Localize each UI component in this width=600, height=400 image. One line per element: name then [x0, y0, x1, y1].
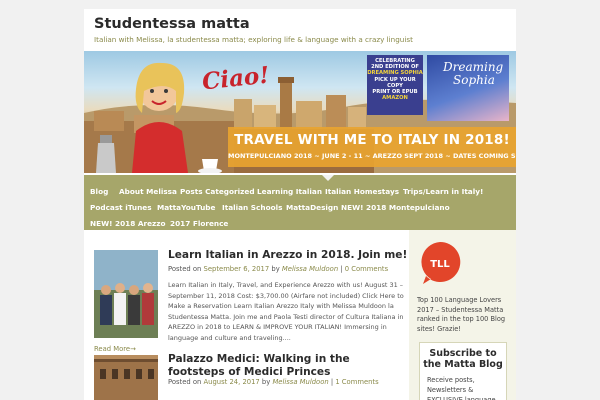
- travel-headline: TRAVEL WITH ME TO ITALY IN 2018!: [234, 132, 510, 148]
- post-comments-link[interactable]: 0 Comments: [345, 265, 388, 273]
- post-author-link[interactable]: Melissa Muldoon: [272, 378, 328, 386]
- by-label: by: [271, 265, 280, 273]
- nav-item-learning-italian[interactable]: Learning Italian: [257, 187, 322, 196]
- subscribe-widget: Subscribe to the Matta Blog Receive post…: [419, 342, 507, 400]
- read-more-link[interactable]: Read More→: [94, 345, 136, 353]
- nav-item-italian-schools[interactable]: Italian Schools: [222, 203, 282, 212]
- nav-item-podcast[interactable]: Podcast iTunes: [90, 203, 152, 212]
- main-navigation: Blog About Melissa Posts Categorized Lea…: [84, 175, 516, 230]
- nav-active-indicator: [322, 175, 334, 181]
- header-banner[interactable]: Ciao! CELEBRATING 2ND EDITION OF DREAMIN…: [84, 51, 516, 173]
- celebrate-line: AMAZON: [382, 95, 408, 102]
- nav-item-arezzo[interactable]: NEW! 2018 Arezzo: [90, 219, 166, 228]
- post-author-link[interactable]: Melissa Muldoon: [282, 265, 338, 273]
- nav-item-youtube[interactable]: MattaYouTube: [157, 203, 215, 212]
- group-photo-image: [94, 250, 158, 338]
- posted-on-label: Posted on: [168, 378, 202, 386]
- tll-badge-text: TLL: [430, 259, 450, 270]
- travel-banner[interactable]: TRAVEL WITH ME TO ITALY IN 2018! MONTEPU…: [228, 127, 516, 167]
- site-title[interactable]: Studentessa matta: [94, 16, 250, 32]
- subscribe-title: Subscribe to the Matta Blog: [423, 348, 503, 370]
- nav-item-about[interactable]: About Melissa: [119, 187, 177, 196]
- book-title-line: Sophia: [453, 73, 495, 87]
- book-cover[interactable]: Dreaming Sophia: [427, 55, 509, 121]
- post-excerpt: Learn Italian in Italy, Travel, and Expe…: [168, 281, 404, 342]
- nav-item-trips[interactable]: Trips/Learn in Italy!: [403, 187, 483, 196]
- posted-on-label: Posted on: [168, 265, 202, 273]
- nav-item-montepulciano[interactable]: NEW! 2018 Montepulciano: [341, 203, 450, 212]
- celebrate-badge[interactable]: CELEBRATING 2ND EDITION OF DREAMING SOPH…: [367, 55, 423, 115]
- nav-item-italian-homestays[interactable]: Italian Homestays: [325, 187, 399, 196]
- subscribe-text: Receive posts, Newsletters & EXCLUSIVE l…: [427, 376, 496, 400]
- nav-item-mattadesign[interactable]: MattaDesign: [286, 203, 338, 212]
- post-date-link[interactable]: August 24, 2017: [204, 378, 260, 386]
- award-text: Top 100 Language Lovers 2017 – Studentes…: [417, 296, 506, 333]
- post-title[interactable]: Palazzo Medici: Walking in the footsteps…: [168, 353, 408, 378]
- page-container: Studentessa matta Italian with Melissa, …: [84, 9, 516, 400]
- post-date-link[interactable]: September 6, 2017: [204, 265, 270, 273]
- tll-badge-icon[interactable]: TLL: [417, 240, 463, 286]
- nav-item-blog[interactable]: Blog: [90, 187, 108, 196]
- celebrate-line: DREAMING SOPHIA: [367, 70, 423, 77]
- sidebar: TLL Top 100 Language Lovers 2017 – Stude…: [409, 230, 516, 400]
- meta-separator: |: [330, 378, 334, 386]
- site-description: Italian with Melissa, la studentessa mat…: [94, 35, 413, 44]
- post-title[interactable]: Learn Italian in Arezzo in 2018. Join me…: [168, 249, 408, 262]
- post-meta: Posted on August 24, 2017 by Melissa Mul…: [168, 378, 379, 386]
- nav-item-florence[interactable]: 2017 Florence: [170, 219, 228, 228]
- post-meta: Posted on September 6, 2017 by Melissa M…: [168, 265, 388, 273]
- post-comments-link[interactable]: 1 Comments: [335, 378, 378, 386]
- nav-item-posts-categorized[interactable]: Posts Categorized: [180, 187, 255, 196]
- travel-dates: MONTEPULCIANO 2018 ~ JUNE 2 - 11 ~ AREZZ…: [228, 152, 516, 160]
- post-thumbnail[interactable]: [94, 355, 158, 400]
- celebrate-line: PICK UP YOUR COPY: [374, 76, 416, 89]
- meta-separator: |: [340, 265, 343, 273]
- palazzo-photo-image: [94, 355, 158, 400]
- post-thumbnail[interactable]: [94, 250, 158, 338]
- by-label: by: [261, 378, 271, 386]
